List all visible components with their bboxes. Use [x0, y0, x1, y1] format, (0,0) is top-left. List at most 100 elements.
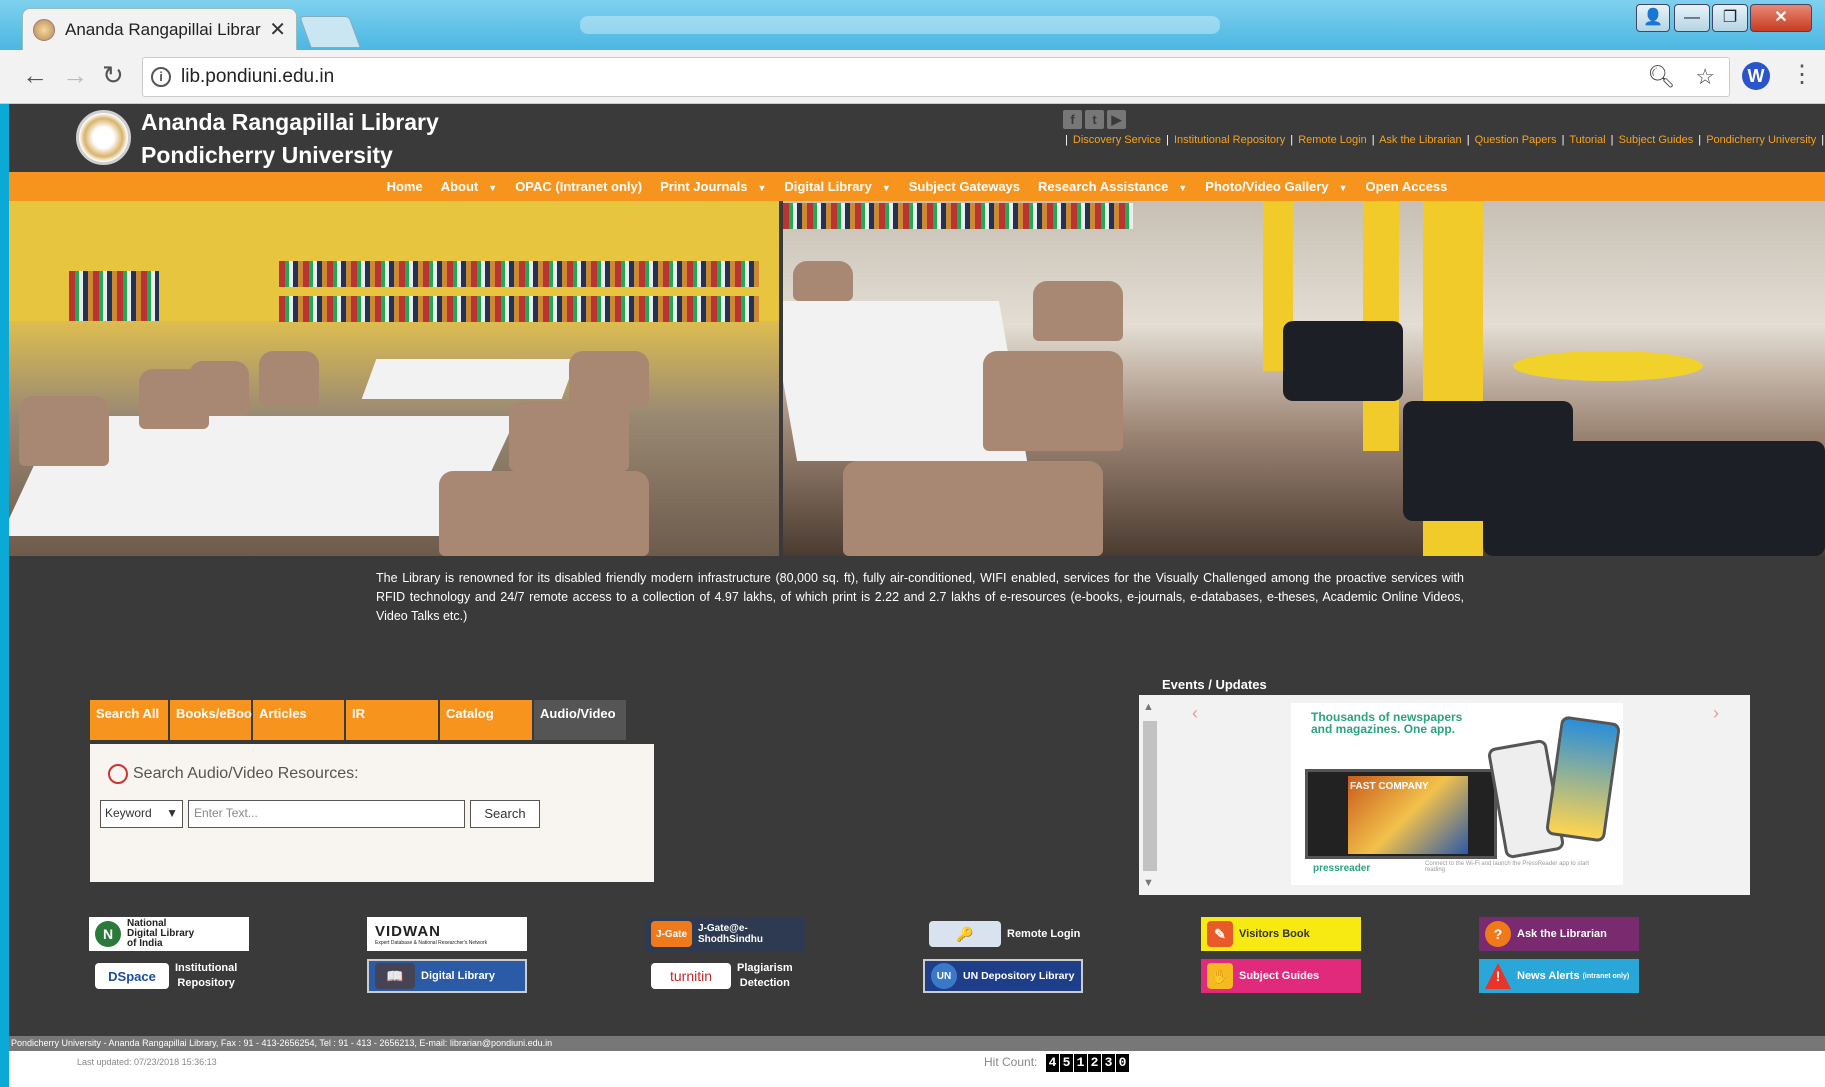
tab-search-all[interactable]: Search All — [89, 699, 169, 741]
info-icon[interactable]: i — [151, 67, 171, 87]
hand-pointer-icon: ✋ — [1207, 963, 1233, 989]
visitors-book-icon: ✎ — [1207, 921, 1233, 947]
link-institutional-repository[interactable]: DSpace Institutional Repository — [89, 959, 249, 993]
news-alerts-label: News Alerts — [1517, 970, 1580, 982]
event-slide[interactable]: Thousands of newspapers and magazines. O… — [1291, 703, 1623, 885]
link-digital-library[interactable]: 📖 Digital Library — [367, 959, 527, 993]
link-vidwan[interactable]: VIDWAN Expert Database & National Resear… — [367, 917, 527, 951]
plagiarism-label-2: Detection — [739, 977, 790, 989]
site-header: Ananda Rangapillai Library Pondicherry U… — [9, 104, 1825, 172]
nav-research-assistance[interactable]: Research Assistance ▼ — [1038, 179, 1187, 194]
hit-digit: 1 — [1074, 1054, 1087, 1072]
un-depository-label: UN Depository Library — [963, 970, 1075, 982]
site-title-line2: Pondicherry University — [141, 142, 393, 168]
nav-digital-library[interactable]: Digital Library ▼ — [784, 179, 890, 194]
warning-icon: ! — [1485, 963, 1511, 989]
vidwan-label: VIDWAN — [375, 922, 441, 940]
twitter-icon[interactable]: t — [1085, 110, 1104, 129]
subject-guides-label: Subject Guides — [1239, 970, 1320, 982]
link-plagiarism-detection[interactable]: turnitin Plagiarism Detection — [645, 959, 805, 993]
slider-next-icon[interactable]: › — [1713, 703, 1719, 724]
turnitin-logo-icon: turnitin — [651, 963, 731, 989]
zoom-icon[interactable]: 🔍︎ — [1647, 64, 1675, 90]
link-jgate[interactable]: J-Gate J-Gate@e-ShodhSindhu — [645, 917, 805, 951]
close-window-button[interactable]: ✕ — [1750, 4, 1812, 32]
extension-icon[interactable]: W — [1742, 62, 1770, 90]
scroll-up-icon[interactable]: ▲ — [1143, 701, 1154, 713]
top-links: | Discovery Service | Institutional Repo… — [1065, 134, 1825, 146]
library-photo-right — [783, 201, 1825, 556]
link-ndl-india[interactable]: N National Digital Library of India — [89, 917, 249, 951]
top-link-discovery-service[interactable]: Discovery Service — [1073, 134, 1161, 146]
tab-books-ebooks[interactable]: Books/eBooks — [169, 699, 266, 741]
last-updated: Last updated: 07/23/2018 15:36:13 — [77, 1057, 217, 1067]
bookmark-star-icon[interactable]: ☆ — [1695, 64, 1715, 90]
link-news-alerts[interactable]: ! News Alerts (intranet only) — [1479, 959, 1639, 993]
tab-audio-video[interactable]: Audio/Video — [533, 699, 627, 741]
nav-home[interactable]: Home — [387, 179, 423, 194]
library-intro: The Library is renowned for its disabled… — [376, 571, 1464, 623]
library-photo-left — [9, 201, 779, 556]
browser-menu-icon[interactable]: ⋮ — [1790, 60, 1814, 89]
slider-prev-icon[interactable]: ‹ — [1192, 703, 1198, 724]
top-link-subject-guides[interactable]: Subject Guides — [1619, 134, 1694, 146]
search-heading-text: Search Audio/Video Resources: — [133, 765, 359, 782]
maximize-button[interactable]: ❐ — [1712, 4, 1748, 32]
nav-about[interactable]: About ▼ — [441, 179, 497, 194]
site-title[interactable]: Ananda Rangapillai Library Pondicherry U… — [141, 106, 439, 172]
link-remote-login[interactable]: 🔑 Remote Login — [923, 917, 1083, 951]
nav-photo-video-gallery[interactable]: Photo/Video Gallery ▼ — [1205, 179, 1347, 194]
tab-articles[interactable]: Articles — [252, 699, 345, 741]
search-button[interactable]: Search — [470, 800, 540, 828]
hit-digit: 4 — [1046, 1054, 1059, 1072]
address-bar[interactable]: i lib.pondiuni.edu.in 🔍︎ ☆ — [142, 57, 1730, 97]
user-profile-button[interactable]: 👤 — [1636, 4, 1670, 32]
chevron-down-icon: ▼ — [881, 183, 891, 193]
close-tab-icon[interactable]: ✕ — [269, 17, 286, 42]
search-type-select[interactable]: Keyword ▼ — [100, 800, 183, 828]
un-logo-icon: UN — [931, 963, 957, 989]
top-link-institutional-repository[interactable]: Institutional Repository — [1174, 134, 1285, 146]
tab-catalog[interactable]: Catalog — [439, 699, 533, 741]
tab-ir[interactable]: IR — [345, 699, 439, 741]
top-link-tutorial[interactable]: Tutorial — [1569, 134, 1605, 146]
top-link-question-papers[interactable]: Question Papers — [1475, 134, 1557, 146]
ndl-label-3: of India — [127, 938, 163, 949]
events-scrollbar[interactable]: ▲ ▼ — [1141, 701, 1157, 891]
search-panel: Search Audio/Video Resources: Keyword ▼ … — [90, 744, 654, 882]
hit-counter: 4 5 1 2 3 0 — [1046, 1054, 1130, 1072]
youtube-icon[interactable]: ▶ — [1107, 110, 1126, 129]
url-text: lib.pondiuni.edu.in — [181, 66, 335, 87]
events-title: Events / Updates — [1162, 677, 1267, 692]
link-un-depository[interactable]: UN UN Depository Library — [923, 959, 1083, 993]
browser-toolbar: ← → ↻ i lib.pondiuni.edu.in 🔍︎ ☆ W ⋮ — [0, 50, 1825, 104]
facebook-icon[interactable]: f — [1063, 110, 1082, 129]
browser-tab[interactable]: Ananda Rangapillai Librar ✕ — [22, 8, 297, 50]
nav-open-access[interactable]: Open Access — [1366, 179, 1448, 194]
nav-subject-gateways[interactable]: Subject Gateways — [909, 179, 1020, 194]
minimize-button[interactable]: — — [1674, 4, 1710, 32]
social-links: f t ▶ — [1063, 110, 1126, 129]
link-visitors-book[interactable]: ✎ Visitors Book — [1201, 917, 1361, 951]
nav-print-journals[interactable]: Print Journals ▼ — [660, 179, 766, 194]
jgate-label: J-Gate@e-ShodhSindhu — [698, 923, 764, 945]
web-page: Ananda Rangapillai Library Pondicherry U… — [9, 104, 1825, 1087]
scroll-thumb[interactable] — [1143, 721, 1157, 871]
event-headline: Thousands of newspapers and magazines. O… — [1311, 710, 1463, 736]
forward-arrow-icon[interactable]: → — [62, 60, 88, 91]
back-arrow-icon[interactable]: ← — [22, 60, 48, 91]
university-logo[interactable] — [76, 110, 131, 165]
window-title-blur — [580, 16, 1220, 34]
top-link-pondicherry-university[interactable]: Pondicherry University — [1706, 134, 1816, 146]
reload-icon[interactable]: ↻ — [102, 60, 124, 91]
events-slider: ▲ ▼ ‹ › Thousands of newspapers and maga… — [1139, 695, 1750, 895]
laptop-image: FAST COMPANY — [1305, 769, 1497, 859]
link-subject-guides[interactable]: ✋ Subject Guides — [1201, 959, 1361, 993]
top-link-ask-librarian[interactable]: Ask the Librarian — [1379, 134, 1462, 146]
link-ask-librarian[interactable]: ? Ask the Librarian — [1479, 917, 1639, 951]
new-tab-button[interactable] — [299, 16, 361, 48]
scroll-down-icon[interactable]: ▼ — [1143, 877, 1154, 889]
top-link-remote-login[interactable]: Remote Login — [1298, 134, 1367, 146]
search-input[interactable]: Enter Text... — [188, 800, 465, 828]
nav-opac[interactable]: OPAC (Intranet only) — [515, 179, 642, 194]
